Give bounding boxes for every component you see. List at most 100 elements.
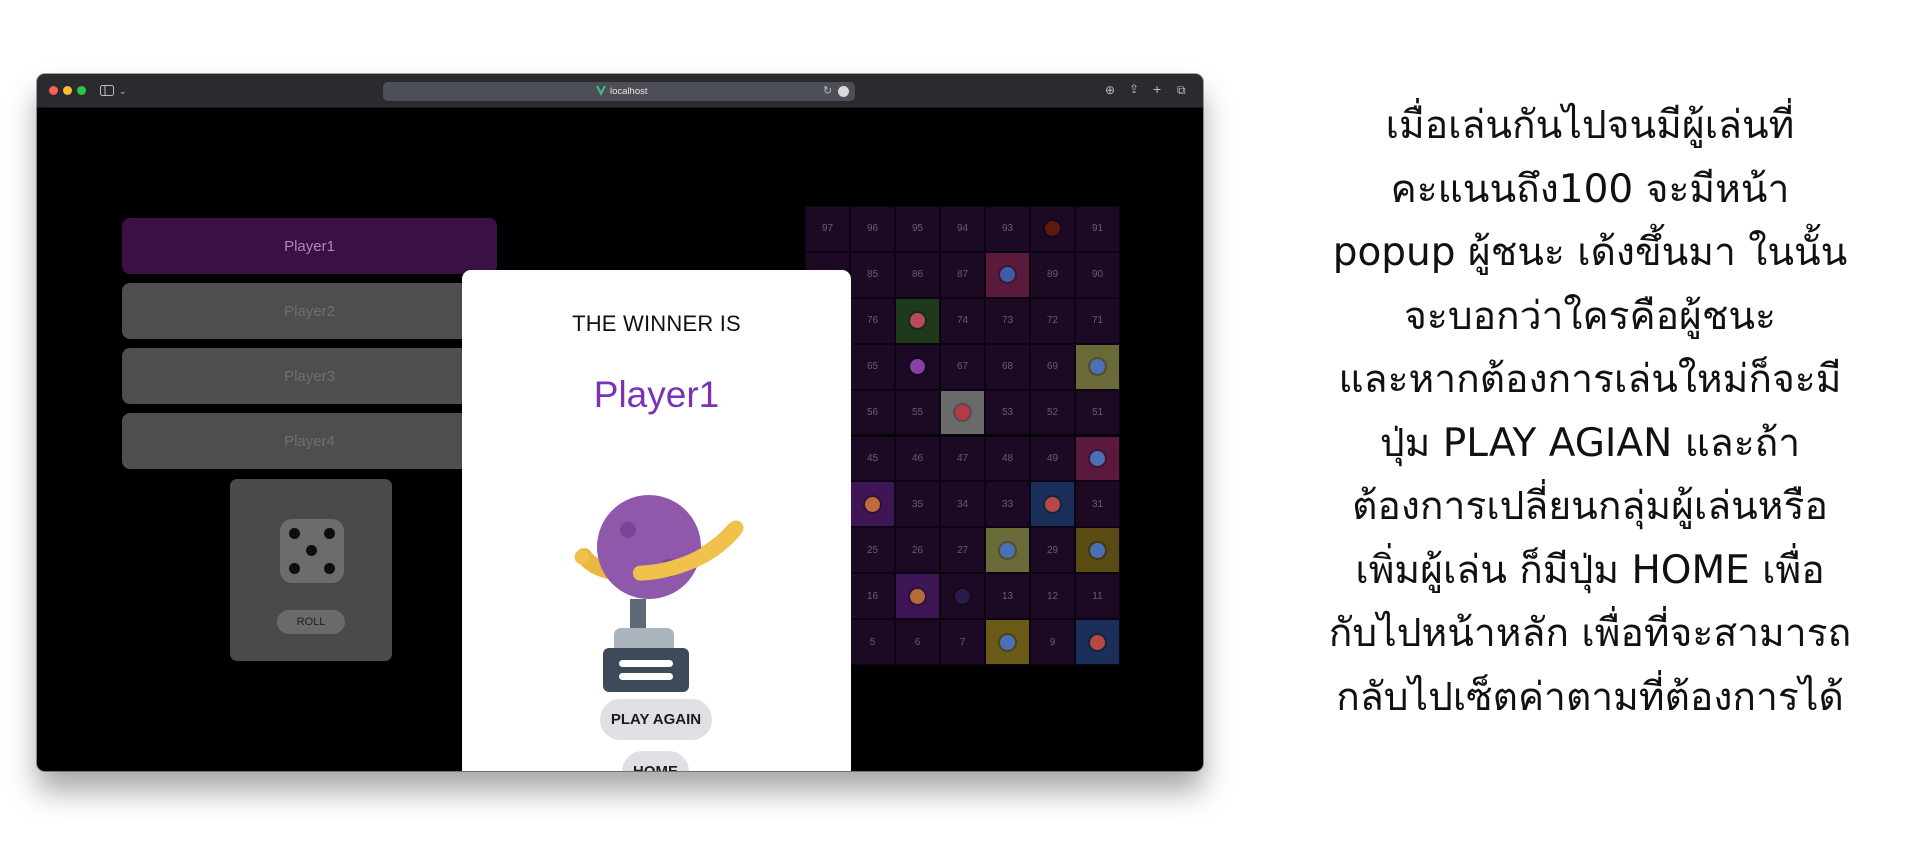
board-cell: 47 — [940, 435, 985, 482]
board-token-icon — [1045, 496, 1060, 512]
board-cell — [1075, 527, 1120, 574]
reload-icon[interactable]: ↻ — [823, 85, 832, 97]
player-card-3: Player3 — [122, 348, 497, 404]
board-token-icon — [1000, 634, 1015, 650]
browser-window: ⌄ localhost ↻ ⊕ ⇪ + ⧉ Player1 Player2 Pl… — [37, 74, 1203, 771]
caption-line: popup ผู้ชนะ เด้งขึ้นมา ในนั้น — [1332, 230, 1848, 275]
board-cell: 27 — [940, 527, 985, 574]
caption-line: จะบอกว่าใครคือผู้ชนะ — [1404, 293, 1776, 339]
vite-logo-icon — [596, 86, 606, 96]
share-icon[interactable]: ⇪ — [1129, 83, 1139, 95]
download-icon[interactable]: ⊕ — [1105, 84, 1115, 96]
board-cell: 97 — [805, 206, 850, 252]
board-cell: 55 — [895, 389, 940, 436]
board-cell: 5 — [850, 619, 895, 665]
board-cell: 26 — [895, 527, 940, 574]
reader-icon[interactable] — [838, 86, 849, 97]
board-token-icon — [1000, 542, 1015, 558]
board-cell: 33 — [985, 481, 1030, 528]
board-cell: 71 — [1075, 297, 1120, 344]
browser-titlebar: ⌄ localhost ↻ ⊕ ⇪ + ⧉ — [37, 74, 1203, 108]
sidebar-toggle-icon[interactable] — [100, 85, 114, 98]
board-cell: 73 — [985, 297, 1030, 344]
game-board: 9796959493918485868789907776747372716465… — [805, 206, 1165, 665]
game-page: Player1 Player2 Player3 Player4 ROLL 97 9… — [37, 108, 1203, 771]
player-card-1: Player1 — [122, 218, 497, 274]
board-cell: 74 — [940, 297, 985, 344]
board-cell: 31 — [1075, 481, 1120, 528]
board-token-icon — [1090, 359, 1105, 375]
caption-line: กลับไปเซ็ตค่าตามที่ต้องการได้ — [1336, 674, 1844, 720]
board-cell: 29 — [1030, 527, 1075, 574]
caption-line: ต้องการเปลี่ยนกลุ่มผู้เล่นหรือ — [1352, 484, 1828, 529]
board-cell: 69 — [1030, 343, 1075, 390]
board-cell: 91 — [1075, 206, 1120, 252]
board-cell: 68 — [985, 343, 1030, 390]
board-cell: 35 — [895, 481, 940, 528]
caption-line: คะแนนถึง100 จะมีหน้า — [1390, 166, 1790, 212]
home-button[interactable]: HOME — [622, 751, 689, 771]
board-cell: 95 — [895, 206, 940, 252]
board-cell: 85 — [850, 251, 895, 298]
board-cell: 34 — [940, 481, 985, 528]
board-cell: 56 — [850, 389, 895, 436]
caption-line: ปุ่ม PLAY AGIAN และถ้า — [1379, 420, 1801, 466]
url-text: localhost — [610, 86, 648, 97]
board-token-icon — [910, 313, 925, 329]
board-cell: 48 — [985, 435, 1030, 482]
board-cell: 13 — [985, 573, 1030, 620]
board-cell — [985, 527, 1030, 574]
board-cell: 16 — [850, 573, 895, 620]
board-cell — [895, 573, 940, 620]
board-token-icon — [865, 496, 880, 512]
board-cell: 89 — [1030, 251, 1075, 298]
chevron-down-icon[interactable]: ⌄ — [119, 85, 127, 97]
board-cell — [940, 389, 985, 436]
zoom-window-button[interactable] — [77, 86, 86, 95]
board-cell: 9 — [1030, 619, 1075, 665]
board-cell: 90 — [1075, 251, 1120, 298]
winner-title: THE WINNER IS — [572, 311, 741, 336]
board-cell — [895, 297, 940, 344]
board-cell: 12 — [1030, 573, 1075, 620]
board-token-icon — [1090, 542, 1105, 558]
winner-name: Player1 — [593, 374, 720, 415]
board-token-icon — [1090, 634, 1105, 650]
minimize-window-button[interactable] — [63, 86, 72, 95]
board-cell — [1075, 343, 1120, 390]
board-token-icon — [955, 405, 970, 421]
dice-panel: ROLL — [230, 479, 392, 661]
trophy-icon — [574, 495, 744, 692]
board-cell — [985, 619, 1030, 665]
roll-button[interactable]: ROLL — [277, 610, 345, 634]
close-window-button[interactable] — [49, 86, 58, 95]
board-cell — [1030, 206, 1075, 252]
board-cell: 53 — [985, 389, 1030, 436]
board-cell: 49 — [1030, 435, 1075, 482]
board-cell: 67 — [940, 343, 985, 390]
caption-line: กับไปหน้าหลัก เพื่อที่จะสามารถ — [1328, 611, 1852, 656]
board-cell: 7 — [940, 619, 985, 665]
board-cell — [895, 343, 940, 390]
board-cell: 76 — [850, 297, 895, 344]
board-cell — [940, 573, 985, 620]
board-cell: 25 — [850, 527, 895, 574]
address-bar[interactable]: localhost ↻ — [383, 82, 855, 101]
tab-overview-icon[interactable]: ⧉ — [1177, 84, 1186, 96]
board-cell — [985, 251, 1030, 298]
board-token-icon — [1090, 450, 1105, 466]
play-again-button[interactable]: PLAY AGAIN — [600, 699, 712, 740]
board-token-icon — [910, 588, 925, 604]
board-cell: 11 — [1075, 573, 1120, 620]
board-cell: 93 — [985, 206, 1030, 252]
new-tab-icon[interactable]: + — [1153, 82, 1161, 96]
board-cell: 72 — [1030, 297, 1075, 344]
board-cell: 65 — [850, 343, 895, 390]
dice-icon — [280, 519, 344, 583]
board-cell: 86 — [895, 251, 940, 298]
board-cell — [1075, 619, 1120, 665]
board-cell: 96 — [850, 206, 895, 252]
board-cell: 94 — [940, 206, 985, 252]
player-card-2: Player2 — [122, 283, 497, 339]
caption-line: เมื่อเล่นกันไปจนมีผู้เล่นที่ — [1385, 103, 1795, 148]
